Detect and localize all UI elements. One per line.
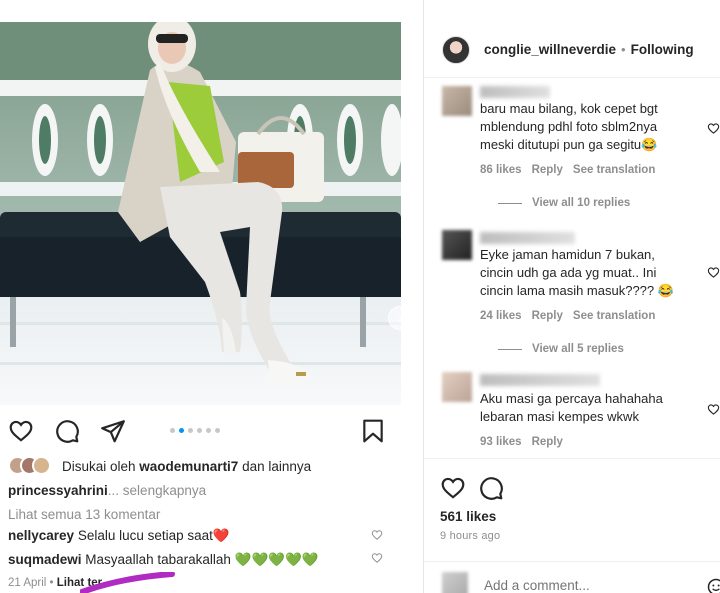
reply-line [498,348,522,350]
liked-by-prefix: Disukai oleh [62,458,140,474]
carousel-dot-active [179,428,184,433]
comment-like-heart-icon[interactable] [707,266,720,279]
reply-button[interactable]: Reply [532,436,563,448]
view-replies-button[interactable]: View all 5 replies [498,343,624,355]
post-photo[interactable] [0,22,401,405]
view-replies-button[interactable]: View all 10 replies [498,197,630,209]
reply-button[interactable]: Reply [532,310,563,322]
carousel-dot [206,428,211,433]
avatar[interactable] [442,372,472,402]
chevron-right-icon: › [397,310,403,326]
comment-text: Eyke jaman hamidun 7 bukan, cincin udh g… [480,247,674,298]
avatar[interactable] [442,230,472,260]
add-comment-input[interactable] [484,578,684,593]
comment-likes[interactable]: 93 likes [480,436,522,448]
share-icon[interactable] [100,418,126,444]
comments-panel: conglie_willneverdie • Following baru ma… [424,0,720,593]
liked-by-row: Disukai oleh waodemunarti7 dan lainnya [8,456,311,476]
carousel-indicator [170,428,220,433]
panel-actions: 561 likes 9 hours ago [424,458,720,593]
bookmark-icon[interactable] [360,418,386,444]
caption-more-link[interactable]: ... selengkapnya [108,483,206,498]
comment-row: suqmadewi Masyaallah tabarakallah 💚💚💚💚💚 [8,552,319,568]
next-photo-button[interactable]: › [388,306,412,330]
comment-text: baru mau bilang, kok cepet bgt mblendung… [480,101,658,152]
liked-by-suffix[interactable]: dan lainnya [238,459,311,474]
avatar [442,572,468,593]
avatar[interactable] [442,86,472,116]
liked-by-user-link[interactable]: waodemunarti7 [139,459,238,474]
comment-meta: 86 likes Reply See translation [480,164,655,176]
comment-like-heart-icon[interactable] [707,403,720,416]
comment-row: nellycarey Selalu lucu setiap saat❤️ [8,528,230,544]
comment-like-heart-icon[interactable] [371,529,383,541]
comment-item: Eyke jaman hamidun 7 bukan, cincin udh g… [442,230,720,360]
panel-header: conglie_willneverdie • Following [424,22,720,78]
avatar[interactable] [442,35,470,64]
view-replies-text: View all 10 replies [532,197,631,209]
panel-username[interactable]: conglie_willneverdie [484,42,616,57]
liker-avatars [8,456,62,476]
comment-text: Selalu lucu setiap saat❤️ [77,528,230,543]
see-translation-button[interactable]: See translation [573,310,655,322]
view-replies-text: View all 5 replies [532,343,624,355]
post-date: 21 April [8,577,47,589]
comment-item: Aku masi ga percaya hahahaha lebaran mas… [442,372,720,456]
post-photo-image [0,22,401,405]
view-all-comments-link[interactable]: Lihat semua 13 komentar [8,507,160,522]
heart-icon[interactable] [440,475,466,501]
avatar [32,456,51,475]
blurred-username [480,86,550,98]
carousel-dot [215,428,220,433]
caption-username[interactable]: princessyahrini [8,483,108,498]
comment-item: baru mau bilang, kok cepet bgt mblendung… [442,86,720,216]
comment-likes[interactable]: 24 likes [480,310,522,322]
comment-likes[interactable]: 86 likes [480,164,522,176]
emoji-icon[interactable] [707,578,720,593]
blurred-username [480,232,575,244]
comment-icon[interactable] [54,418,80,444]
comment-like-heart-icon[interactable] [371,552,383,564]
comment-meta: 24 likes Reply See translation [480,310,655,322]
date-separator: • [46,577,57,589]
reply-button[interactable]: Reply [532,164,563,176]
comment-like-heart-icon[interactable] [707,122,720,135]
purple-scribble-mark [80,572,175,593]
post-time: 9 hours ago [440,530,501,542]
following-button[interactable]: Following [631,42,694,57]
comment-username[interactable]: nellycarey [8,528,74,543]
carousel-dot [170,428,175,433]
liked-by-text: Disukai oleh waodemunarti7 dan lainnya [62,459,311,474]
comment-icon[interactable] [478,475,504,501]
carousel-dot [197,428,202,433]
heart-icon[interactable] [8,418,34,444]
comment-meta: 93 likes Reply [480,436,563,448]
see-translation-button[interactable]: See translation [573,164,655,176]
comment-text: Masyaallah tabarakallah 💚💚💚💚💚 [85,552,319,567]
reply-line [498,202,522,204]
comment-text: Aku masi ga percaya hahahaha lebaran mas… [480,391,663,424]
caption-row: princessyahrini... selengkapnya [8,483,206,498]
blurred-username [480,374,600,386]
carousel-dot [188,428,193,433]
likes-count[interactable]: 561 likes [440,509,496,524]
header-separator: • [621,42,626,57]
add-comment-bar [424,561,720,593]
post-panel: › Disukai oleh waodemunarti7 dan lainnya… [0,0,424,593]
comment-username[interactable]: suqmadewi [8,552,82,567]
